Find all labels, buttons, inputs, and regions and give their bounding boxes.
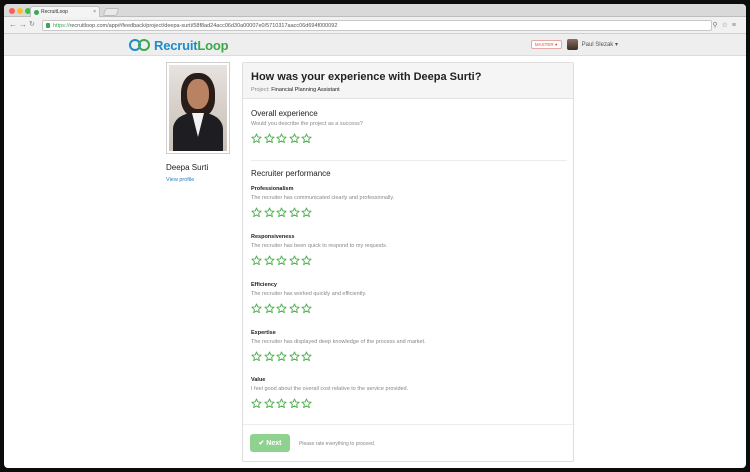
star-icon[interactable] — [288, 398, 300, 409]
criterion-value: Value I feel good about the overall cost… — [251, 377, 408, 409]
star-icon[interactable] — [301, 255, 312, 266]
logo-mark-icon — [129, 39, 151, 51]
lock-icon — [46, 23, 50, 28]
star-icon[interactable] — [288, 133, 300, 144]
criterion-description: The recruiter has communicated clearly a… — [251, 195, 395, 201]
criterion-title: Expertise — [251, 330, 276, 336]
criterion-title: Efficiency — [251, 282, 277, 288]
feedback-card: How was your experience with Deepa Surti… — [242, 62, 575, 462]
efficiency-star-rating[interactable] — [251, 303, 366, 314]
star-icon[interactable] — [263, 303, 275, 314]
star-icon[interactable] — [251, 133, 262, 144]
star-icon[interactable] — [301, 133, 312, 144]
url-input[interactable]: https://recruitloop.com/app#/feedback/pr… — [42, 20, 712, 31]
criterion-expertise: Expertise The recruiter has displayed de… — [251, 330, 426, 362]
criterion-description: The recruiter has worked quickly and eff… — [251, 291, 367, 297]
star-icon[interactable] — [276, 207, 287, 218]
user-avatar — [566, 39, 578, 50]
new-tab-button[interactable] — [102, 8, 120, 16]
star-icon[interactable] — [263, 255, 275, 266]
star-icon[interactable] — [301, 351, 312, 362]
reload-icon[interactable]: ↻ — [29, 20, 35, 28]
overall-star-rating[interactable] — [251, 133, 363, 144]
user-name[interactable]: Paul Slezak ▾ — [582, 41, 618, 48]
logo-text-2: Loop — [197, 37, 229, 53]
favicon-icon — [34, 10, 39, 15]
next-button[interactable]: ✔ Next — [250, 434, 290, 452]
recruitloop-logo[interactable]: RecruitLoop — [129, 37, 229, 53]
professionalism-star-rating[interactable] — [251, 207, 394, 218]
criterion-professionalism: Professionalism The recruiter has commun… — [251, 186, 394, 218]
address-bar-row: ← → ↻ https://recruitloop.com/app#/feedb… — [4, 17, 746, 34]
footer-divider — [243, 424, 575, 425]
star-icon[interactable] — [251, 303, 262, 314]
expertise-star-rating[interactable] — [251, 351, 426, 362]
forward-icon[interactable]: → — [19, 20, 27, 29]
tab-bar: RecruitLoop × — [4, 4, 746, 17]
page-title: How was your experience with Deepa Surti… — [251, 71, 482, 83]
star-icon[interactable] — [276, 255, 287, 266]
star-icon[interactable] — [276, 303, 287, 314]
browser-tab[interactable]: RecruitLoop × — [30, 6, 100, 17]
star-icon[interactable] — [301, 207, 312, 218]
star-icon[interactable] — [301, 398, 312, 409]
project-name: Financial Planning Assistant — [271, 87, 340, 93]
view-profile-link[interactable]: View profile — [166, 177, 230, 183]
criterion-description: The recruiter has displayed deep knowled… — [251, 339, 426, 345]
zoom-icon[interactable]: ⚲☆≡ — [713, 21, 741, 29]
star-icon[interactable] — [263, 133, 275, 144]
criterion-description: I feel good about the overall cost relat… — [251, 386, 409, 392]
criterion-description: The recruiter has been quick to respond … — [251, 243, 388, 249]
recruiter-photo — [166, 62, 230, 154]
user-menu[interactable]: MASTER ● Paul Slezak ▾ — [530, 39, 618, 50]
star-icon[interactable] — [276, 398, 287, 409]
star-icon[interactable] — [276, 133, 287, 144]
close-window-icon[interactable] — [9, 8, 15, 14]
star-icon[interactable] — [288, 351, 300, 362]
master-badge: MASTER ● — [530, 40, 562, 49]
star-icon[interactable] — [251, 207, 262, 218]
overall-section: Overall experience Would you describe th… — [251, 109, 363, 144]
minimize-window-icon[interactable] — [17, 8, 23, 14]
recruiter-performance-title: Recruiter performance — [251, 169, 331, 178]
url-text: recruitloop.com/app#/feedback/project/de… — [69, 23, 338, 29]
url-scheme: https:// — [53, 23, 70, 29]
star-icon[interactable] — [288, 255, 300, 266]
star-icon[interactable] — [301, 303, 312, 314]
back-icon[interactable]: ← — [9, 20, 17, 29]
star-icon[interactable] — [251, 351, 262, 362]
next-hint: Please rate everything to proceed. — [299, 441, 376, 447]
value-star-rating[interactable] — [251, 398, 408, 409]
star-icon[interactable] — [251, 398, 262, 409]
overall-title: Overall experience — [251, 109, 318, 118]
app-header: RecruitLoop MASTER ● Paul Slezak ▾ — [4, 34, 746, 56]
close-tab-icon[interactable]: × — [93, 7, 96, 17]
criterion-title: Professionalism — [251, 186, 294, 192]
criterion-title: Value — [251, 377, 266, 383]
project-label: Project: — [251, 87, 270, 93]
star-icon[interactable] — [263, 207, 275, 218]
recruiter-name: Deepa Surti — [166, 163, 209, 172]
criterion-efficiency: Efficiency The recruiter has worked quic… — [251, 282, 366, 314]
card-header: How was your experience with Deepa Surti… — [243, 63, 573, 99]
section-divider — [251, 160, 567, 161]
project-line: Project: Financial Planning Assistant — [251, 87, 573, 93]
star-icon[interactable] — [288, 207, 300, 218]
star-icon[interactable] — [251, 255, 262, 266]
recruiter-performance-heading: Recruiter performance — [251, 169, 331, 178]
star-icon[interactable] — [288, 303, 300, 314]
criterion-title: Responsiveness — [251, 234, 295, 240]
star-icon[interactable] — [276, 351, 287, 362]
logo-text-1: Recruit — [154, 37, 198, 53]
overall-description: Would you describe the project as a succ… — [251, 121, 363, 127]
criterion-responsiveness: Responsiveness The recruiter has been qu… — [251, 234, 387, 266]
star-icon[interactable] — [263, 398, 275, 409]
star-icon[interactable] — [263, 351, 275, 362]
responsiveness-star-rating[interactable] — [251, 255, 387, 266]
browser-window: RecruitLoop × ← → ↻ https://recruitloop.… — [4, 4, 746, 468]
recruiter-profile: Deepa Surti View profile — [166, 62, 230, 183]
tab-title: RecruitLoop — [41, 9, 68, 15]
